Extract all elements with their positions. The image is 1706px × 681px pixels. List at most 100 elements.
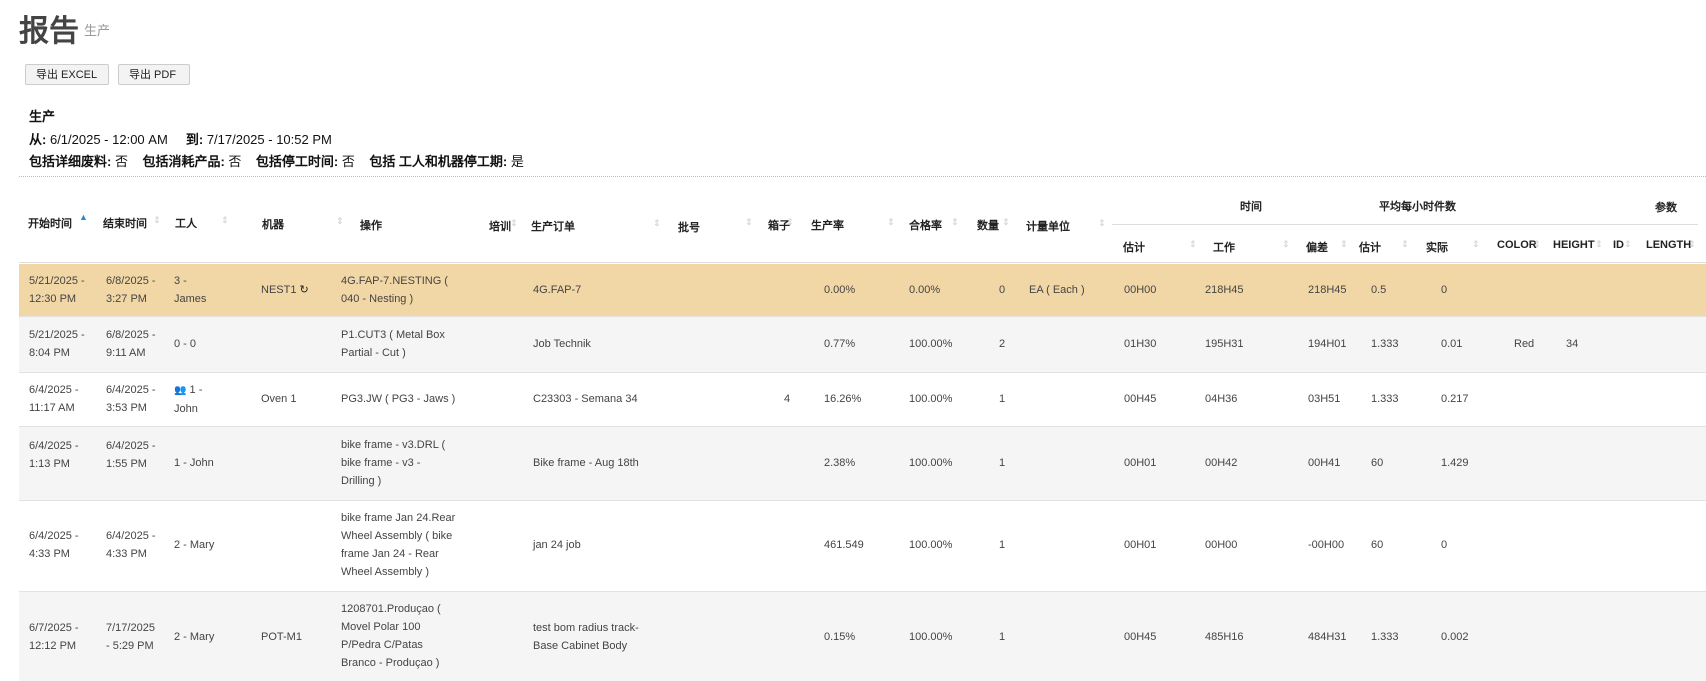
table-header-divider — [19, 262, 1706, 263]
col-header-worker[interactable]: 工人 — [175, 215, 197, 231]
cell-est: 01H30 — [1124, 338, 1157, 350]
sort-icon[interactable]: ⇕ — [153, 215, 161, 226]
sort-icon[interactable]: ⇕ — [221, 215, 229, 226]
col-header-unit[interactable]: 计量单位 — [1026, 218, 1070, 234]
col-header-end[interactable]: 结束时间 — [103, 215, 147, 231]
report-flags: 包括详细废料: 否 包括消耗产品: 否 包括停工时间: 否 包括 工人和机器停工… — [29, 151, 524, 170]
table-row[interactable]: 6/4/2025 - 4:33 PM 6/4/2025 - 4:33 PM 2 … — [19, 501, 1706, 592]
from-label: 从: — [29, 132, 47, 147]
col-header-quality[interactable]: 合格率 — [909, 217, 942, 233]
cell-start: 6/7/2025 - 12:12 PM — [29, 622, 79, 652]
sort-icon[interactable]: ⇕ — [1595, 239, 1603, 250]
col-header-avg-act[interactable]: 实际 — [1426, 239, 1448, 255]
sort-icon[interactable]: ⇕ — [1098, 218, 1106, 229]
export-excel-button[interactable]: 导出 EXCEL — [25, 64, 109, 85]
col-header-start[interactable]: 开始时间 — [28, 215, 72, 231]
col-header-training[interactable]: 培训 — [489, 218, 511, 234]
sort-icon[interactable]: ⇕ — [1189, 239, 1197, 250]
col-header-height[interactable]: HEIGHT — [1553, 239, 1595, 251]
col-header-machine[interactable]: 机器 — [262, 216, 284, 232]
cell-worker: 2 - Mary — [174, 539, 215, 551]
sort-icon[interactable]: ⇕ — [1533, 239, 1541, 250]
col-header-length[interactable]: LENGTH — [1646, 239, 1691, 251]
group-header-divider — [1112, 224, 1698, 225]
sort-icon[interactable]: ⇕ — [1624, 239, 1632, 250]
cell-worker: 👥 1 - John — [174, 381, 220, 418]
to-label: 到: — [185, 132, 204, 147]
cell-rate: 0.00% — [824, 284, 856, 296]
cell-work: 485H16 — [1205, 631, 1244, 643]
sort-icon[interactable]: ⇕ — [1401, 239, 1409, 250]
cell-dev: 00H41 — [1308, 457, 1341, 469]
sort-icon[interactable]: ⇕ — [951, 217, 959, 228]
cell-est: 00H01 — [1124, 539, 1157, 551]
cell-end: 6/8/2025 - 9:11 AM — [106, 329, 156, 359]
group-header-time: 时间 — [1240, 201, 1262, 213]
col-header-batch[interactable]: 批号 — [678, 219, 700, 235]
col-header-rate[interactable]: 生产率 — [811, 217, 844, 233]
col-header-color[interactable]: COLOR — [1497, 239, 1537, 251]
cell-operation: 1208701.Produçao ( Movel Polar 100 P/Ped… — [341, 603, 441, 669]
cell-qty: 1 — [999, 631, 1006, 643]
cell-rate: 461.549 — [824, 539, 864, 551]
refresh-icon[interactable]: ↻ — [300, 284, 309, 296]
report-section-title: 生产 — [29, 109, 56, 124]
sort-icon[interactable]: ⇕ — [887, 217, 895, 228]
page-subtitle: 生产 — [84, 23, 111, 38]
cell-quality: 100.00% — [909, 631, 953, 643]
sort-asc-icon[interactable]: ▲ — [79, 212, 88, 222]
cell-dev: 194H01 — [1308, 338, 1347, 350]
cell-end: 6/4/2025 - 3:53 PM — [106, 384, 156, 414]
col-header-avg-est[interactable]: 估计 — [1359, 239, 1381, 255]
table-row[interactable]: 5/21/2025 - 8:04 PM 6/8/2025 - 9:11 AM 0… — [19, 317, 1706, 373]
flag-scrap-label: 包括详细废料: — [29, 154, 112, 169]
cell-work: 00H42 — [1205, 457, 1238, 469]
col-header-id[interactable]: ID — [1613, 239, 1624, 251]
sort-icon[interactable]: ⇕ — [1472, 239, 1480, 250]
cell-quality: 100.00% — [909, 338, 953, 350]
cell-est: 00H45 — [1124, 393, 1157, 405]
table-row[interactable]: 6/4/2025 - 1:13 PM 6/4/2025 - 1:55 PM 1 … — [19, 427, 1706, 501]
col-header-order[interactable]: 生产订单 — [531, 218, 575, 234]
table-row[interactable]: 5/21/2025 - 12:30 PM 6/8/2025 - 3:27 PM … — [19, 264, 1706, 317]
cell-start: 5/21/2025 - 8:04 PM — [29, 329, 85, 359]
cell-quality: 100.00% — [909, 539, 953, 551]
sort-icon[interactable]: ⇕ — [1688, 239, 1696, 250]
col-header-est[interactable]: 估计 — [1123, 239, 1145, 255]
cell-start: 6/4/2025 - 4:33 PM — [29, 530, 79, 560]
sort-icon[interactable]: ⇕ — [1340, 239, 1348, 250]
cell-operation: 4G.FAP-7.NESTING ( 040 - Nesting ) — [341, 275, 448, 305]
flag-consumed-label: 包括消耗产品: — [142, 154, 225, 169]
sort-icon[interactable]: ⇕ — [786, 217, 794, 228]
cell-avg-est: 1.333 — [1371, 338, 1399, 350]
table-row[interactable]: 6/7/2025 - 12:12 PM 7/17/2025 - 5:29 PM … — [19, 592, 1706, 681]
cell-dev: 03H51 — [1308, 393, 1341, 405]
cell-avg-est: 1.333 — [1371, 393, 1399, 405]
sort-icon[interactable]: ⇕ — [1282, 239, 1290, 250]
cell-worker: 0 - 0 — [174, 338, 197, 350]
col-header-qty[interactable]: 数量 — [977, 217, 999, 233]
group-header-params: 参数 — [1655, 202, 1677, 214]
cell-machine: Oven 1 — [261, 393, 297, 405]
cell-worker: 1 - John — [174, 457, 214, 469]
sort-icon[interactable]: ⇕ — [653, 218, 661, 229]
sort-icon[interactable]: ⇕ — [510, 218, 518, 229]
cell-order: 4G.FAP-7 — [533, 284, 582, 296]
cell-work: 04H36 — [1205, 393, 1238, 405]
col-header-operation[interactable]: 操作 — [360, 217, 382, 233]
table-row[interactable]: 6/4/2025 - 11:17 AM 6/4/2025 - 3:53 PM 👥… — [19, 373, 1706, 427]
sort-icon[interactable]: ⇕ — [1002, 217, 1010, 228]
export-pdf-button[interactable]: 导出 PDF — [118, 64, 190, 85]
cell-dev: 218H45 — [1308, 284, 1347, 296]
cell-work: 218H45 — [1205, 284, 1244, 296]
cell-height: 34 — [1566, 338, 1579, 350]
col-header-work[interactable]: 工作 — [1213, 239, 1235, 255]
cell-rate: 2.38% — [824, 457, 856, 469]
cell-start: 5/21/2025 - 12:30 PM — [29, 275, 85, 305]
sort-icon[interactable]: ⇕ — [745, 217, 753, 228]
cell-avg-act: 0 — [1441, 539, 1448, 551]
cell-avg-act: 1.429 — [1441, 457, 1469, 469]
cell-rate: 16.26% — [824, 393, 862, 405]
col-header-dev[interactable]: 偏差 — [1306, 239, 1328, 255]
sort-icon[interactable]: ⇕ — [336, 216, 344, 227]
